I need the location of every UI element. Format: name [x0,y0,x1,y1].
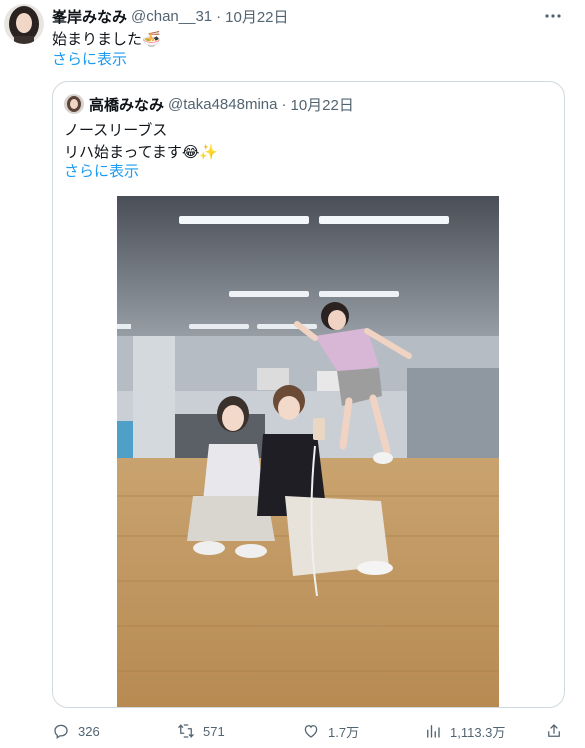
retweet-count: 571 [203,723,225,739]
author-handle[interactable]: @chan__31 [131,8,212,25]
quote-text: ノースリーブス リハ始まってます😂✨ [64,120,218,164]
quoted-tweet[interactable]: 高橋みなみ @taka4848mina · 10月22日 ノースリーブス リハ始… [52,81,565,708]
views-icon [427,725,440,738]
tweet-text-emoji: 🍜 [142,31,161,48]
more-icon[interactable] [543,6,563,26]
reply-button[interactable]: 326 [52,720,100,742]
quote-photo[interactable] [117,196,499,707]
quote-author-name[interactable]: 高橋みなみ [89,94,164,115]
rehearsal-photo-illustration [117,196,499,707]
separator-dot: · [216,7,222,25]
tweet-text: 始まりました🍜 [52,30,161,50]
author-avatar[interactable] [4,4,44,44]
quote-line-2: リハ始まってます😂✨ [64,142,218,164]
tweet-text-body: 始まりました [52,31,143,48]
action-bar: 326 571 1.7万 1,113.3万 [52,720,565,742]
like-count: 1.7万 [328,724,360,740]
retweet-button[interactable]: 571 [177,720,225,742]
tweet-date[interactable]: 10月22日 [225,6,288,27]
reply-icon [54,724,68,739]
tweet-header: 峯岸みなみ @chan__31 · 10月22日 [52,6,565,26]
like-button[interactable]: 1.7万 [302,720,359,742]
quote-author-handle[interactable]: @taka4848mina [168,96,277,113]
quote-separator-dot: · [281,95,287,113]
quote-line-1: ノースリーブス [64,122,168,139]
quote-author-avatar[interactable] [64,94,84,114]
share-button[interactable] [545,720,571,742]
quote-header: 高橋みなみ @taka4848mina · 10月22日 [89,94,354,114]
quote-show-more-link[interactable]: さらに表示 [64,162,139,182]
quote-line-2-emoji: 😂✨ [181,144,219,161]
share-icon [548,724,560,737]
quote-date[interactable]: 10月22日 [290,94,353,115]
quote-line-2-text: リハ始まってます [64,144,182,161]
retweet-icon [178,724,194,738]
reply-count: 326 [78,723,100,739]
author-name[interactable]: 峯岸みなみ [52,6,127,27]
views-count: 1,113.3万 [450,724,506,740]
views-button[interactable]: 1,113.3万 [424,720,505,742]
like-icon [304,725,318,738]
show-more-link[interactable]: さらに表示 [52,50,127,70]
